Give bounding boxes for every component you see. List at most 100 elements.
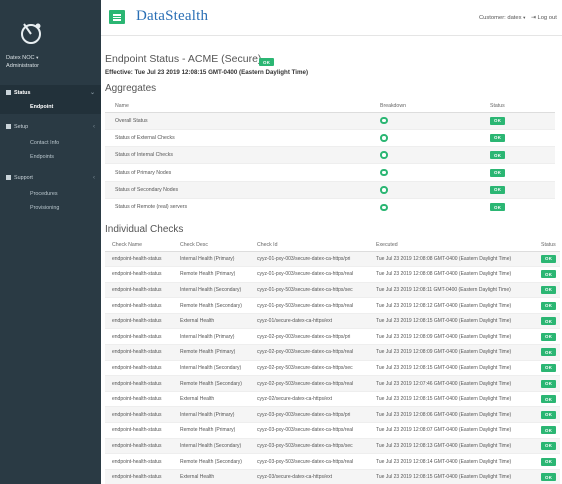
nav-section-label: Setup bbox=[14, 123, 29, 130]
table-header-row: Check Name Check Desc Check Id Executed … bbox=[105, 240, 560, 252]
sidebar-item-contact-info[interactable]: Contact Info bbox=[0, 136, 101, 150]
customer-selector[interactable]: Customer: datex ▾ bbox=[479, 15, 525, 21]
table-row: Status of Secondary Nodes OK bbox=[105, 180, 555, 199]
check-name-cell: endpoint-health-status bbox=[105, 281, 173, 298]
check-desc-cell: Internal Health (Secondary) bbox=[173, 281, 250, 298]
executed-cell: Tue Jul 23 2019 12:08:08 GMT-0400 (Easte… bbox=[369, 250, 534, 267]
logout-link[interactable]: ⇥ Log out bbox=[531, 15, 557, 21]
status-badge: OK bbox=[490, 185, 506, 194]
table-row: endpoint-health-status Remote Health (Pri… bbox=[105, 344, 560, 361]
status-badge: OK bbox=[541, 348, 557, 357]
check-id-cell: cyyz-03-pxy-003/secure-datex-ca-https/pr… bbox=[250, 406, 369, 423]
sidebar-item-endpoints[interactable]: Endpoints bbox=[0, 150, 101, 164]
executed-cell: Tue Jul 23 2019 12:08:15 GMT-0400 (Easte… bbox=[369, 312, 534, 329]
status-cell: OK bbox=[534, 250, 560, 267]
check-id-cell: cyyz-03-pxy-503/secure-datex-ca-https/re… bbox=[250, 453, 369, 470]
check-desc-cell: Internal Health (Primary) bbox=[173, 328, 250, 345]
check-id-cell: cyyz-02-pxy-003/secure-datex-ca-https/re… bbox=[250, 344, 369, 361]
table-row: endpoint-health-status Remote Health (Pri… bbox=[105, 422, 560, 439]
breakdown-cell bbox=[370, 163, 480, 182]
check-id-cell: cyyz-01-pxy-003/secure-datex-ca-https/pr… bbox=[250, 250, 369, 267]
column-header-check-desc: Check Desc bbox=[173, 240, 250, 252]
top-bar: DataStealth Customer: datex ▾ ⇥ Log out bbox=[101, 0, 562, 36]
check-id-cell: cyyz-02-pxy-003/secure-datex-ca-https/pr… bbox=[250, 328, 369, 345]
status-badge: OK bbox=[541, 270, 557, 279]
check-id-cell: cyyz-01-pxy-003/secure-datex-ca-https/re… bbox=[250, 266, 369, 283]
aggregates-heading: Aggregates bbox=[105, 83, 157, 94]
nav-section-setup[interactable]: Setup ‹ bbox=[0, 119, 101, 134]
status-cell: OK bbox=[534, 422, 560, 439]
chevron-left-icon: ‹ bbox=[93, 174, 95, 181]
status-cell: OK bbox=[534, 406, 560, 423]
table-row: Overall Status OK bbox=[105, 111, 555, 130]
breakdown-icon[interactable] bbox=[380, 168, 388, 177]
status-cell: OK bbox=[480, 197, 555, 216]
check-name-cell: endpoint-health-status bbox=[105, 390, 173, 407]
column-header-breakdown: Breakdown bbox=[370, 101, 480, 113]
table-row: endpoint-health-status Internal Health (P… bbox=[105, 328, 560, 345]
status-cell: OK bbox=[534, 375, 560, 392]
table-row: endpoint-health-status Remote Health (Sec… bbox=[105, 297, 560, 314]
table-row: Status of Remote (real) servers OK bbox=[105, 197, 555, 216]
table-row: endpoint-health-status External Health cyy… bbox=[105, 390, 560, 407]
check-desc-cell: Remote Health (Primary) bbox=[173, 266, 250, 283]
logo-icon bbox=[21, 23, 41, 44]
check-desc-cell: Internal Health (Secondary) bbox=[173, 359, 250, 376]
menu-icon bbox=[113, 14, 121, 16]
check-desc-cell: Remote Health (Secondary) bbox=[173, 375, 250, 392]
menu-toggle-button[interactable] bbox=[109, 10, 125, 24]
nav-section-status[interactable]: Status ⌄ bbox=[0, 85, 101, 100]
status-badge: OK bbox=[259, 58, 275, 66]
logout-label: Log out bbox=[537, 15, 557, 21]
status-cell: OK bbox=[534, 437, 560, 454]
breakdown-icon[interactable] bbox=[380, 203, 388, 212]
sidebar-item-provisioning[interactable]: Provisioning bbox=[0, 201, 101, 215]
user-name: Datex NOC bbox=[6, 55, 35, 61]
check-name-cell: endpoint-health-status bbox=[105, 297, 173, 314]
aggregate-name: Status of Remote (real) servers bbox=[105, 197, 370, 216]
executed-cell: Tue Jul 23 2019 12:08:06 GMT-0400 (Easte… bbox=[369, 406, 534, 423]
chevron-left-icon: ‹ bbox=[93, 123, 95, 130]
executed-cell: Tue Jul 23 2019 12:08:15 GMT-0400 (Easte… bbox=[369, 359, 534, 376]
table-header-row: Name Breakdown Status bbox=[105, 101, 555, 113]
check-desc-cell: External Health bbox=[173, 390, 250, 407]
status-badge: OK bbox=[541, 395, 557, 404]
check-id-cell: cyyz-03-pxy-003/secure-datex-ca-https/re… bbox=[250, 422, 369, 439]
check-name-cell: endpoint-health-status bbox=[105, 344, 173, 361]
breakdown-icon[interactable] bbox=[380, 151, 388, 159]
column-header-status: Status bbox=[534, 240, 560, 252]
support-icon bbox=[6, 175, 11, 180]
status-badge: OK bbox=[541, 332, 557, 341]
status-cell: OK bbox=[480, 111, 555, 130]
column-header-executed: Executed bbox=[369, 240, 534, 252]
check-name-cell: endpoint-health-status bbox=[105, 453, 173, 470]
check-id-cell: cyyz-03/secure-datex-ca-https/ext bbox=[250, 468, 369, 484]
executed-cell: Tue Jul 23 2019 12:08:08 GMT-0400 (Easte… bbox=[369, 266, 534, 283]
sidebar-item-procedures[interactable]: Procedures bbox=[0, 187, 101, 201]
logout-icon: ⇥ bbox=[531, 15, 536, 21]
chevron-down-icon: ⌄ bbox=[89, 90, 95, 96]
breakdown-icon[interactable] bbox=[380, 116, 388, 125]
status-cell: OK bbox=[534, 344, 560, 361]
individual-checks-table: Check Name Check Desc Check Id Executed … bbox=[105, 240, 560, 484]
table-row: endpoint-health-status Remote Health (Pri… bbox=[105, 266, 560, 283]
status-badge: OK bbox=[541, 285, 557, 294]
breakdown-icon[interactable] bbox=[380, 134, 388, 142]
sidebar-item-endpoint[interactable]: Endpoint bbox=[0, 100, 101, 114]
table-row: endpoint-health-status Internal Health (S… bbox=[105, 281, 560, 298]
nav-section-support[interactable]: Support ‹ bbox=[0, 170, 101, 185]
breakdown-cell bbox=[370, 180, 480, 199]
status-icon bbox=[6, 90, 11, 95]
status-badge: OK bbox=[490, 116, 506, 125]
column-header-status: Status bbox=[480, 101, 555, 113]
status-cell: OK bbox=[534, 359, 560, 376]
check-desc-cell: Remote Health (Secondary) bbox=[173, 297, 250, 314]
breakdown-icon[interactable] bbox=[380, 186, 388, 194]
table-row: endpoint-health-status Remote Health (Sec… bbox=[105, 453, 560, 470]
check-name-cell: endpoint-health-status bbox=[105, 250, 173, 267]
status-cell: OK bbox=[534, 468, 560, 484]
check-id-cell: cyyz-03-pxy-503/secure-datex-ca-https/se… bbox=[250, 437, 369, 454]
user-menu[interactable]: Datex NOC ▾ Administrator bbox=[6, 54, 39, 70]
check-desc-cell: Remote Health (Secondary) bbox=[173, 453, 250, 470]
status-badge: OK bbox=[541, 301, 557, 310]
